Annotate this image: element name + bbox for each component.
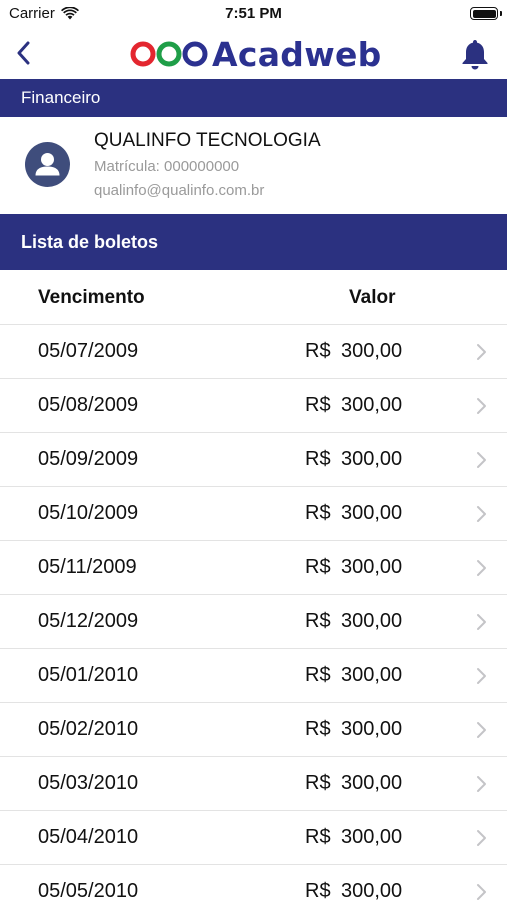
chevron-right-icon bbox=[477, 830, 486, 846]
row-currency: R$ bbox=[305, 394, 331, 416]
row-due-date: 05/09/2009 bbox=[38, 448, 139, 470]
row-due-date: 05/03/2010 bbox=[38, 772, 139, 794]
boleto-row[interactable]: 05/05/2010 R$ 300,00 bbox=[0, 865, 507, 900]
profile-name: QUALINFO TECNOLOGIA bbox=[94, 130, 321, 151]
row-currency: R$ bbox=[305, 880, 331, 900]
profile-email: qualinfo@qualinfo.com.br bbox=[94, 182, 265, 199]
row-amount: 300,00 bbox=[341, 394, 403, 416]
chevron-right-icon bbox=[477, 884, 486, 900]
avatar bbox=[25, 142, 70, 187]
section-title: Financeiro bbox=[21, 88, 101, 107]
row-amount: 300,00 bbox=[341, 340, 403, 362]
row-currency: R$ bbox=[305, 718, 331, 740]
row-due-date: 05/08/2009 bbox=[38, 394, 139, 416]
row-currency: R$ bbox=[305, 610, 331, 632]
chevron-right-icon bbox=[477, 776, 486, 792]
row-due-date: 05/12/2009 bbox=[38, 610, 139, 632]
row-due-date: 05/05/2010 bbox=[38, 880, 139, 900]
row-currency: R$ bbox=[305, 340, 331, 362]
row-due-date: 05/02/2010 bbox=[38, 718, 139, 740]
boleto-row[interactable]: 05/11/2009 R$ 300,00 bbox=[0, 541, 507, 595]
chevron-right-icon bbox=[477, 398, 486, 414]
row-amount: 300,00 bbox=[341, 610, 403, 632]
chevron-right-icon bbox=[477, 722, 486, 738]
boleto-row[interactable]: 05/08/2009 R$ 300,00 bbox=[0, 379, 507, 433]
chevron-right-icon bbox=[477, 560, 486, 576]
column-header-value: Valor bbox=[349, 287, 396, 308]
row-due-date: 05/07/2009 bbox=[38, 340, 139, 362]
table-header: Vencimento Valor bbox=[0, 270, 507, 325]
row-amount: 300,00 bbox=[341, 664, 403, 686]
boletos-list: 05/07/2009 R$ 300,00 05/08/2009 R$ 300,0… bbox=[0, 325, 507, 900]
profile-matricula: Matrícula: 000000000 bbox=[94, 158, 240, 175]
nav-bar: Acadweb bbox=[0, 28, 507, 79]
boleto-row[interactable]: 05/02/2010 R$ 300,00 bbox=[0, 703, 507, 757]
profile-card: QUALINFO TECNOLOGIA Matrícula: 000000000… bbox=[0, 117, 507, 214]
boleto-row[interactable]: 05/12/2009 R$ 300,00 bbox=[0, 595, 507, 649]
row-amount: 300,00 bbox=[341, 826, 403, 848]
boleto-row[interactable]: 05/07/2009 R$ 300,00 bbox=[0, 325, 507, 379]
logo-rings-icon bbox=[130, 41, 208, 67]
app-logo: Acadweb bbox=[130, 34, 382, 74]
chevron-left-icon bbox=[17, 41, 30, 65]
chevron-right-icon bbox=[477, 452, 486, 468]
chevron-right-icon bbox=[477, 668, 486, 684]
column-header-due-date: Vencimento bbox=[38, 287, 145, 308]
row-currency: R$ bbox=[305, 448, 331, 470]
boleto-row[interactable]: 05/04/2010 R$ 300,00 bbox=[0, 811, 507, 865]
row-currency: R$ bbox=[305, 826, 331, 848]
row-due-date: 05/01/2010 bbox=[38, 664, 139, 686]
boleto-row[interactable]: 05/10/2009 R$ 300,00 bbox=[0, 487, 507, 541]
logo-wordmark: Acadweb bbox=[212, 34, 382, 74]
status-time: 7:51 PM bbox=[225, 5, 282, 22]
battery-cap bbox=[500, 11, 502, 16]
row-amount: 300,00 bbox=[341, 772, 403, 794]
row-currency: R$ bbox=[305, 664, 331, 686]
bell-icon bbox=[462, 40, 488, 70]
battery-icon bbox=[470, 7, 498, 20]
row-currency: R$ bbox=[305, 502, 331, 524]
boleto-row[interactable]: 05/03/2010 R$ 300,00 bbox=[0, 757, 507, 811]
status-bar: Carrier 7:51 PM bbox=[0, 0, 507, 28]
chevron-right-icon bbox=[477, 344, 486, 360]
notifications-button[interactable] bbox=[459, 36, 491, 72]
row-due-date: 05/04/2010 bbox=[38, 826, 139, 848]
section-title-bar: Financeiro bbox=[0, 79, 507, 117]
row-currency: R$ bbox=[305, 772, 331, 794]
row-amount: 300,00 bbox=[341, 718, 403, 740]
row-amount: 300,00 bbox=[341, 556, 403, 578]
chevron-right-icon bbox=[477, 614, 486, 630]
list-title: Lista de boletos bbox=[21, 232, 159, 252]
user-silhouette-icon bbox=[35, 153, 60, 176]
boleto-row[interactable]: 05/09/2009 R$ 300,00 bbox=[0, 433, 507, 487]
row-currency: R$ bbox=[305, 556, 331, 578]
row-amount: 300,00 bbox=[341, 448, 403, 470]
row-due-date: 05/11/2009 bbox=[38, 556, 137, 578]
chevron-right-icon bbox=[477, 506, 486, 522]
row-amount: 300,00 bbox=[341, 502, 403, 524]
list-title-bar: Lista de boletos bbox=[0, 214, 507, 270]
boleto-row[interactable]: 05/01/2010 R$ 300,00 bbox=[0, 649, 507, 703]
row-due-date: 05/10/2009 bbox=[38, 502, 139, 524]
row-amount: 300,00 bbox=[341, 880, 403, 900]
back-button[interactable] bbox=[8, 36, 38, 70]
